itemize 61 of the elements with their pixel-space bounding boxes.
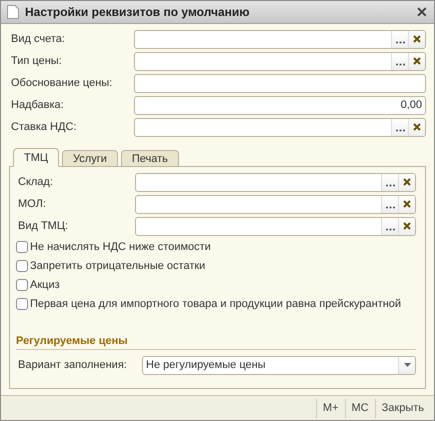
field-label: Тип цены: (10, 55, 63, 67)
field-label: Вид ТМЦ: (17, 220, 70, 232)
close-icon (413, 35, 421, 43)
select-button[interactable] (381, 196, 398, 212)
input-field[interactable] (134, 118, 426, 136)
tab[interactable]: ТМЦ (13, 148, 60, 167)
input-field[interactable] (134, 30, 426, 48)
tab[interactable]: Услуги (62, 150, 118, 167)
close-icon (413, 123, 421, 131)
dropdown-arrow-icon (404, 363, 410, 367)
tab[interactable]: Печать (120, 150, 179, 167)
clear-button[interactable] (408, 52, 425, 70)
clear-button[interactable] (398, 174, 415, 190)
close-icon (403, 200, 411, 208)
input-field[interactable] (135, 172, 416, 192)
checkbox-label: Не начислять НДС ниже стоимости (30, 240, 211, 252)
checkbox[interactable] (16, 260, 28, 272)
window-title: Настройки реквизитов по умолчанию (25, 5, 251, 19)
field-label: Ставка НДС: (10, 121, 78, 133)
input-field[interactable] (135, 216, 416, 236)
ellipsis-icon (396, 40, 404, 44)
clear-button[interactable] (408, 30, 425, 48)
select-button[interactable] (381, 218, 398, 234)
select-button[interactable] (391, 52, 408, 70)
close-icon (403, 178, 411, 186)
checkbox-label: Запретить отрицательные остатки (30, 260, 206, 272)
clear-button[interactable] (408, 118, 425, 136)
input-field[interactable] (135, 194, 416, 214)
close-button[interactable]: ✕ (416, 4, 428, 20)
field-label: Склад: (17, 176, 54, 188)
field-label: Вид счета: (10, 33, 66, 45)
footer-button[interactable]: M+ (316, 398, 345, 418)
field-label: Надбавка: (10, 99, 65, 111)
select-button[interactable] (391, 118, 408, 136)
clear-button[interactable] (398, 218, 415, 234)
checkbox[interactable] (16, 298, 28, 310)
field-label: Обоснование цены: (10, 77, 114, 89)
input-field[interactable]: 0,00 (134, 96, 426, 114)
input-field[interactable] (134, 74, 426, 92)
ellipsis-icon (396, 62, 404, 66)
select-button[interactable] (391, 30, 408, 48)
dropdown-field[interactable]: Не регулируемые цены (142, 356, 416, 374)
ellipsis-icon (386, 228, 394, 230)
close-icon (413, 57, 421, 65)
document-icon (7, 5, 19, 19)
field-label: МОЛ: (17, 198, 47, 210)
section-heading: Регулируемые цены (16, 335, 416, 350)
close-icon (403, 222, 411, 230)
footer-button[interactable]: Закрыть (374, 398, 430, 418)
select-button[interactable] (381, 174, 398, 190)
footer-button[interactable]: MC (344, 398, 375, 418)
checkbox[interactable] (16, 278, 28, 290)
clear-button[interactable] (398, 196, 415, 212)
ellipsis-icon (386, 206, 394, 208)
ellipsis-icon (386, 184, 394, 186)
ellipsis-icon (396, 128, 404, 132)
field-label: Вариант заполнения: (17, 359, 128, 371)
input-field[interactable] (134, 52, 426, 70)
checkbox-label: Первая цена для импортного товара и продукции равна прейскурантной (30, 298, 402, 310)
checkbox-label: Акциз (30, 278, 60, 290)
checkbox[interactable] (16, 240, 28, 252)
